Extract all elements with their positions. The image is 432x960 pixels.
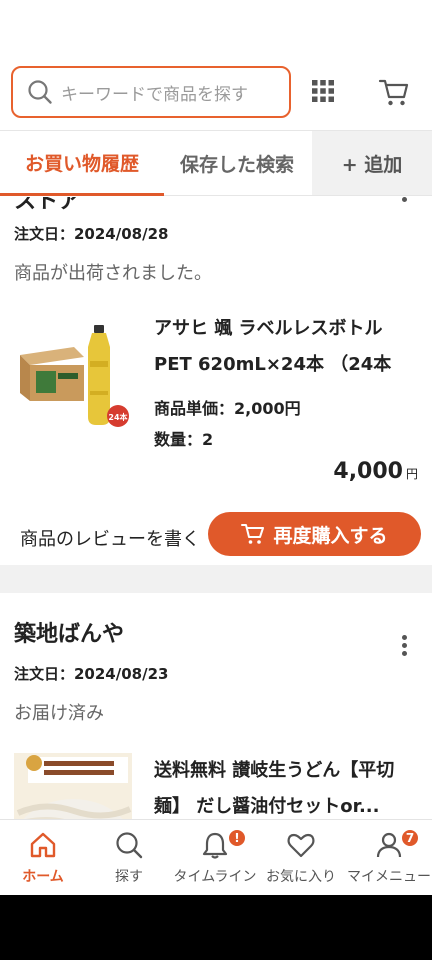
order-date: 注文日：2024/08/23 [14, 665, 169, 683]
product-title[interactable]: 送料無料 讃岐生うどん【平切麺】 だし醤油付セットor... [154, 753, 416, 819]
order-status: 商品が出荷されました。 [14, 263, 212, 284]
rebuy-label: 再度購入する [273, 524, 388, 547]
store-name: ストア [14, 197, 81, 214]
tab-purchase-history[interactable]: お買い物履歴 [0, 131, 164, 196]
nav-search[interactable]: 探す [86, 820, 172, 895]
product-thumbnail[interactable] [14, 753, 132, 819]
quantity: 数量：2 [154, 430, 214, 449]
unit-price: 商品単価：2,000円 [154, 399, 301, 418]
grid-menu-icon[interactable] [312, 80, 334, 102]
search-placeholder: キーワードで商品を探す [61, 84, 248, 105]
order-list: ストア 注文日：2024/08/28 商品が出荷されました。 24本 アサヒ 颯… [0, 197, 432, 819]
more-options-icon[interactable] [402, 635, 408, 659]
app-screen: キーワードで商品を探す お買い物履歴 保存した検索 + 追加 ストア 注文日：2… [0, 0, 432, 895]
nav-my-menu[interactable]: 7 マイメニュー [346, 820, 432, 895]
order-total-value: 4,000 [333, 459, 403, 484]
nav-label: 探す [115, 869, 143, 885]
order-date: 注文日：2024/08/28 [14, 225, 169, 243]
nav-label: マイメニュー [347, 869, 431, 885]
bottom-nav: ホーム 探す ! タイムライン お気に入り 7 マイメニュー [0, 819, 432, 895]
heart-icon [287, 833, 315, 858]
product-thumbnail[interactable]: 24本 [14, 317, 132, 435]
product-title[interactable]: アサヒ 颯 ラベルレスボトル PET 620mL×24本 （24本×... [154, 311, 416, 383]
section-divider [0, 565, 432, 593]
order-total: 4,000 円 [333, 459, 418, 484]
notification-badge: ! [227, 828, 247, 848]
search-icon [28, 80, 52, 104]
nav-label: タイムライン [173, 869, 257, 885]
currency-unit: 円 [405, 467, 418, 481]
thumb-badge-text: 24本 [108, 412, 127, 422]
store-name[interactable]: 築地ばんや [14, 616, 124, 648]
search-input[interactable]: キーワードで商品を探す [11, 66, 291, 118]
home-icon [30, 832, 56, 858]
nav-favorites[interactable]: お気に入り [258, 820, 344, 895]
rebuy-button[interactable]: 再度購入する [208, 512, 421, 556]
header: キーワードで商品を探す [0, 0, 432, 130]
search-icon [116, 832, 143, 859]
tab-add-button[interactable]: + 追加 [312, 131, 432, 195]
cart-icon[interactable] [378, 76, 410, 108]
nav-label: ホーム [22, 869, 64, 885]
more-options-icon[interactable] [402, 197, 408, 213]
tab-bar: お買い物履歴 保存した検索 + 追加 [0, 130, 432, 196]
order-status: お届け済み [14, 703, 104, 724]
write-review-link[interactable]: 商品のレビューを書く [20, 525, 220, 547]
bell-icon [202, 832, 228, 859]
nav-label: お気に入り [266, 869, 336, 885]
cart-icon [241, 524, 265, 544]
notification-badge: 7 [400, 828, 420, 848]
nav-home[interactable]: ホーム [0, 820, 86, 895]
tab-saved-searches[interactable]: 保存した検索 [180, 131, 294, 195]
nav-timeline[interactable]: ! タイムライン [172, 820, 258, 895]
